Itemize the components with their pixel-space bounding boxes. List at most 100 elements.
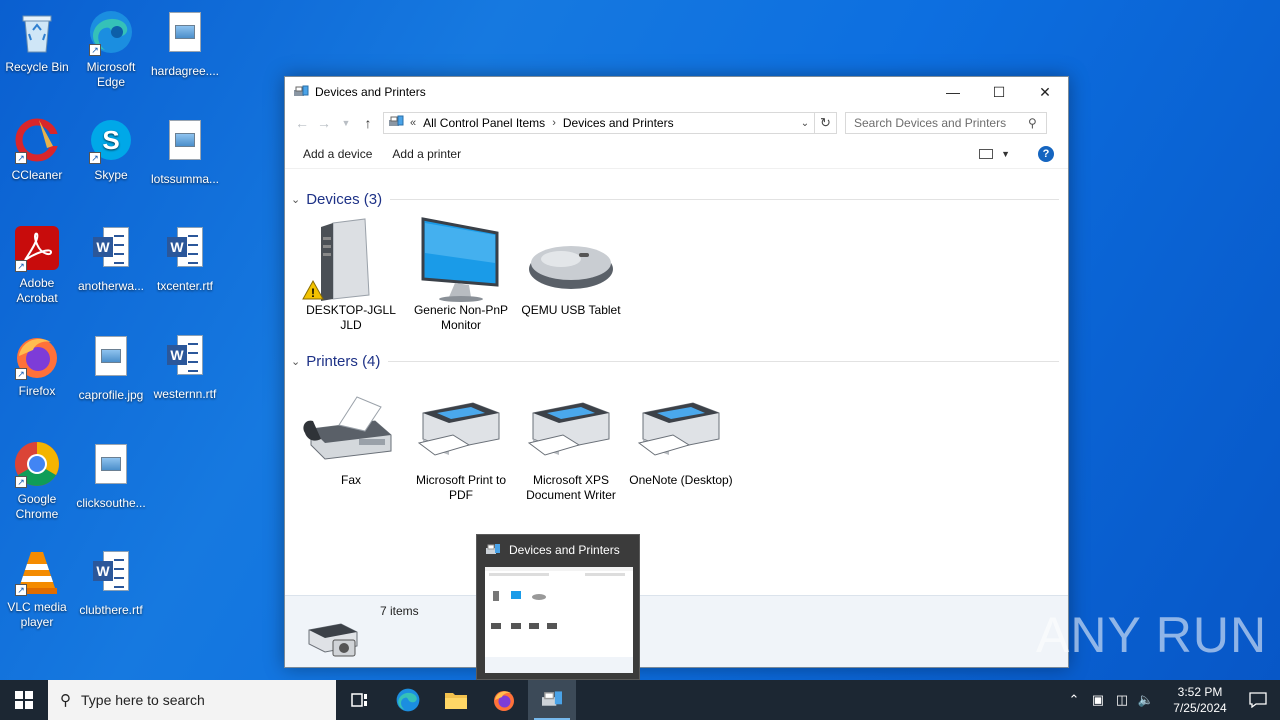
mouse-icon [519, 213, 623, 303]
printer-onenote-desktop[interactable]: OneNote (Desktop) [629, 383, 733, 488]
printer-label: Fax [340, 473, 361, 487]
address-dropdown[interactable]: ⌄ [796, 118, 814, 129]
search-icon: ⚲ [60, 692, 71, 709]
desktop-icon-clubthere[interactable]: W clubthere.rtf [74, 548, 148, 618]
desktop-icon-ccleaner[interactable]: ↗ CCleaner [0, 116, 74, 183]
firefox-icon: ↗ [13, 332, 61, 380]
desktop-icon-edge[interactable]: ↗ Microsoft Edge [74, 8, 148, 90]
recent-locations-dropdown[interactable]: ▼ [335, 112, 357, 134]
firefox-icon [494, 691, 514, 711]
preview-title: Devices and Printers [509, 543, 620, 557]
printer-icon [629, 383, 733, 473]
folder-icon [445, 693, 467, 709]
desktop-icon-skype[interactable]: S ↗ Skype [74, 116, 148, 183]
system-tray: ⌃ ▣ ◫ 🔈 3:52 PM 7/25/2024 [1062, 680, 1280, 720]
image-file-icon [169, 120, 201, 160]
printer-icon [519, 383, 623, 473]
printers-group-header[interactable]: ⌄ Printers (4) [291, 351, 1059, 371]
desktop-icon-clicksouthe[interactable]: clicksouthe... [74, 440, 148, 511]
skype-icon: S ↗ [87, 116, 135, 164]
add-printer-button[interactable]: Add a printer [382, 147, 471, 161]
devices-status-icon [303, 612, 363, 665]
taskbar: ⚲ Type here to search ⌃ ▣ ◫ 🔈 3:52 PM 7/… [0, 680, 1280, 720]
printer-label: Microsoft XPS Document Writer [526, 473, 616, 502]
desktop-icon-firefox[interactable]: ↗ Firefox [0, 332, 74, 399]
taskbar-devices-printers[interactable] [528, 680, 576, 720]
desktop-icon-westernn[interactable]: W westernn.rtf [148, 332, 222, 402]
image-file-icon [95, 336, 127, 376]
desktop-icon-google-chrome[interactable]: ↗ Google Chrome [0, 440, 74, 522]
maximize-button[interactable]: ☐ [976, 77, 1022, 107]
printer-microsoft-xps-document-writer[interactable]: Microsoft XPS Document Writer [519, 383, 623, 503]
address-bar[interactable]: « All Control Panel Items › Devices and … [383, 112, 815, 134]
computer-tower-icon: ! [299, 213, 403, 303]
close-button[interactable]: ✕ [1022, 77, 1068, 107]
devices-group-header[interactable]: ⌄ Devices (3) [291, 189, 1059, 209]
desktop-icon-adobe-acrobat[interactable]: ↗ Adobe Acrobat [0, 224, 74, 306]
divider [388, 360, 1059, 362]
search-input[interactable]: Search Devices and Printers ⚲ [845, 112, 1047, 134]
device-label: Generic Non-PnP Monitor [413, 303, 509, 332]
desktop-icon-anotherwa[interactable]: W anotherwa... [74, 224, 148, 294]
preview-thumbnail [485, 567, 633, 673]
desktop-icon-hardagree[interactable]: hardagree.... [148, 8, 222, 79]
address-row: ← → ▼ ↑ « All Control Panel Items › Devi… [285, 107, 1068, 139]
anyrun-watermark: ANY RUN [1036, 607, 1268, 663]
forward-button[interactable]: → [313, 112, 335, 134]
help-button[interactable]: ? [1038, 145, 1054, 162]
change-view-icon[interactable] [979, 148, 994, 159]
command-bar: Add a device Add a printer ▼ ? [285, 139, 1068, 169]
desktop-icon-lotssumma[interactable]: lotssumma... [148, 116, 222, 187]
collapse-chevron-icon[interactable]: ⌄ [291, 355, 300, 368]
taskbar-file-explorer[interactable] [432, 680, 480, 720]
device-monitor[interactable]: Generic Non-PnP Monitor [409, 213, 513, 333]
notifications-button[interactable] [1236, 680, 1280, 720]
refresh-button[interactable]: ↻ [815, 112, 837, 134]
printer-label: Microsoft Print to PDF [415, 473, 507, 502]
notification-icon [1249, 692, 1267, 708]
device-qemu-usb-tablet[interactable]: QEMU USB Tablet [519, 213, 623, 318]
image-file-icon [169, 12, 201, 52]
desktop-icon-vlc[interactable]: ↗ VLC media player [0, 548, 74, 630]
clock-time: 3:52 PM [1177, 685, 1223, 699]
taskbar-edge[interactable] [384, 680, 432, 720]
network-icon[interactable]: ◫ [1110, 692, 1134, 708]
taskbar-thumbnail-preview[interactable]: Devices and Printers [476, 534, 640, 680]
breadcrumb-separator[interactable]: › [552, 117, 556, 129]
add-device-button[interactable]: Add a device [293, 147, 382, 161]
recycle-bin-icon [13, 8, 61, 56]
breadcrumb-all-control-panel-items[interactable]: All Control Panel Items [423, 116, 545, 130]
item-count: 7 items [380, 604, 419, 618]
breadcrumb-devices-and-printers[interactable]: Devices and Printers [563, 116, 674, 130]
printer-microsoft-print-to-pdf[interactable]: Microsoft Print to PDF [409, 383, 513, 503]
desktop-icon-txcenter[interactable]: W txcenter.rtf [148, 224, 222, 294]
volume-icon[interactable]: 🔈 [1134, 692, 1158, 708]
back-button[interactable]: ← [291, 112, 313, 134]
status-bar: 7 items [285, 595, 1068, 667]
desktop-icon-recycle-bin[interactable]: Recycle Bin [0, 8, 74, 75]
chrome-icon: ↗ [13, 440, 61, 488]
minimize-button[interactable]: — [930, 77, 976, 107]
word-doc-icon: W [93, 227, 129, 269]
title-bar[interactable]: Devices and Printers — ☐ ✕ [285, 77, 1068, 107]
up-button[interactable]: ↑ [357, 112, 379, 134]
task-view-button[interactable] [336, 680, 384, 720]
desktop-icon-caprofile[interactable]: caprofile.jpg [74, 332, 148, 403]
breadcrumb-overflow[interactable]: « [410, 117, 416, 129]
svg-text:!: ! [311, 286, 315, 300]
printer-fax[interactable]: Fax [299, 383, 403, 488]
collapse-chevron-icon[interactable]: ⌄ [291, 193, 300, 206]
divider [390, 198, 1059, 200]
word-doc-icon: W [93, 551, 129, 593]
printer-icon [409, 383, 513, 473]
device-desktop[interactable]: ! DESKTOP-JGLLJLD [299, 213, 403, 333]
taskbar-firefox[interactable] [480, 680, 528, 720]
show-hidden-icons-chevron-icon[interactable]: ⌃ [1062, 692, 1086, 708]
device-icon[interactable]: ▣ [1086, 692, 1110, 708]
taskbar-search-input[interactable]: ⚲ Type here to search [48, 680, 336, 720]
start-button[interactable] [0, 680, 48, 720]
clock[interactable]: 3:52 PM 7/25/2024 [1164, 684, 1236, 716]
view-options-dropdown[interactable]: ▼ [1001, 149, 1010, 159]
devices-printers-icon [485, 543, 501, 557]
ccleaner-icon: ↗ [13, 116, 61, 164]
